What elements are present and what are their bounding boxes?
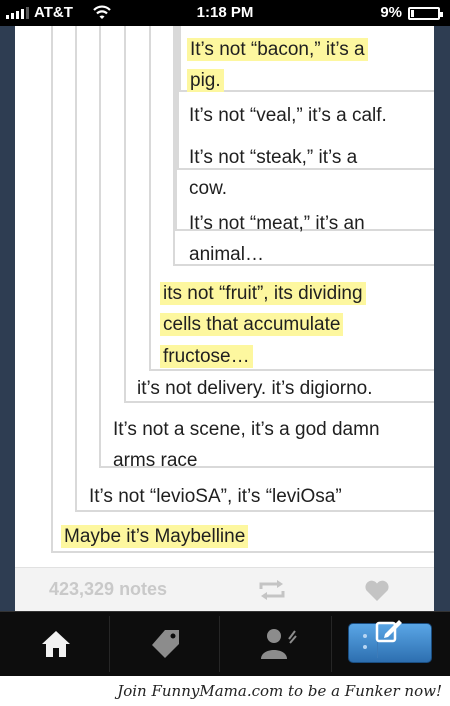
- watermark-text: Join FunnyMama.com to be a Funker now!: [117, 682, 442, 700]
- quote-text: It’s not “meat,” it’s an animal…: [189, 213, 365, 266]
- quote-text: It’s not “veal,” it’s a calf.: [189, 105, 387, 126]
- heart-icon[interactable]: [364, 580, 390, 602]
- account-icon: [260, 629, 297, 659]
- post-footer: 423,329 notes: [15, 567, 434, 611]
- compose-button[interactable]: [348, 620, 432, 663]
- home-icon: [41, 631, 70, 657]
- compose-dots: [363, 634, 367, 654]
- status-bar: AT&T 1:18 PM 9%: [0, 0, 450, 26]
- tab-bar: [0, 611, 450, 676]
- tab-compose[interactable]: [336, 616, 444, 672]
- tab-account[interactable]: [224, 616, 332, 672]
- notes-count[interactable]: 423,329 notes: [49, 579, 167, 600]
- quote-text: Maybe it’s Maybelline: [61, 521, 249, 552]
- quote-text: It’s not “steak,” it’s a cow.: [189, 147, 358, 200]
- quote-text: It’s not “levioSA”, it’s “leviOsa”: [89, 486, 342, 507]
- tab-dashboard[interactable]: [2, 616, 110, 672]
- tag-icon: [151, 630, 179, 658]
- quote-text: It’s not a scene, it’s a god damn arms ra…: [113, 419, 380, 472]
- quote-text: It’s not “bacon,” it’s a pig.: [187, 34, 368, 97]
- tab-tags[interactable]: [112, 616, 220, 672]
- phone-screen: AT&T 1:18 PM 9% It’s not “bacon,” it’s a…: [0, 0, 450, 676]
- battery-percent: 9%: [380, 4, 402, 21]
- compose-icon: [375, 620, 402, 643]
- reblog-icon[interactable]: [257, 579, 287, 601]
- quote-text: its not “fruit”, its dividing cells that …: [160, 278, 366, 372]
- quote-text: it’s not delivery. it’s digiorno.: [137, 378, 373, 399]
- battery-icon: [408, 7, 443, 20]
- post-card: It’s not “bacon,” it’s a pig. It’s not “v…: [15, 26, 434, 611]
